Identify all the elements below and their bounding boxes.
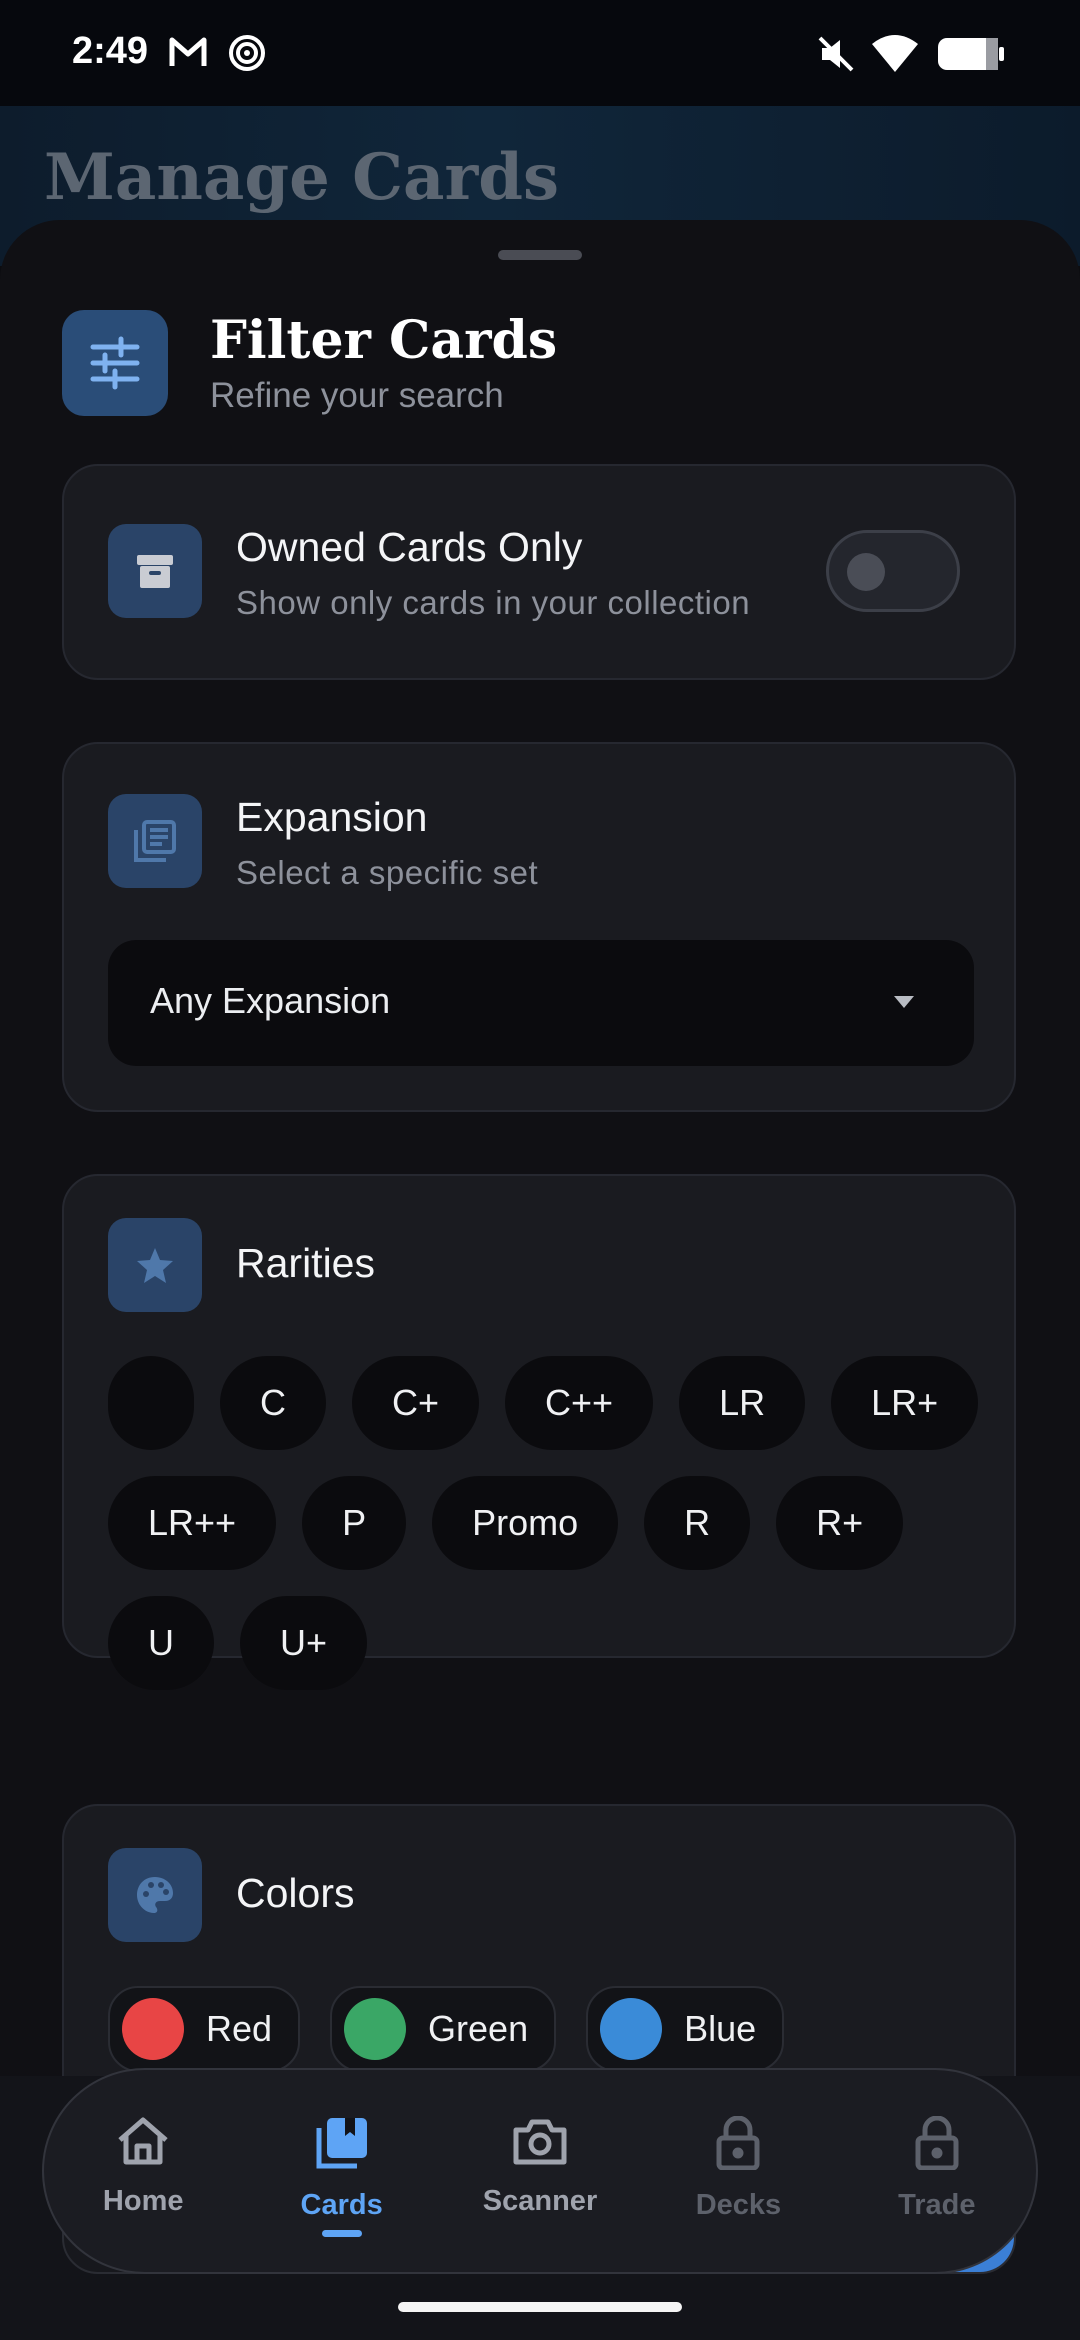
expansion-subtitle: Select a specific set bbox=[236, 854, 539, 891]
active-tab-indicator bbox=[321, 2230, 362, 2237]
color-label: Green bbox=[428, 2008, 529, 2049]
nav-label-decks: Decks bbox=[695, 2189, 782, 2221]
rarity-chip[interactable]: C+ bbox=[352, 1356, 480, 1450]
nav-label-scanner: Scanner bbox=[482, 2185, 598, 2217]
owned-cards-toggle[interactable] bbox=[826, 530, 960, 612]
expansion-selected-value: Any Expansion bbox=[150, 980, 391, 1021]
color-chip-red[interactable]: Red bbox=[108, 1986, 301, 2072]
nav-item-cards[interactable]: Cards bbox=[242, 2070, 440, 2272]
color-label: Blue bbox=[684, 2008, 757, 2049]
color-label: Red bbox=[206, 2008, 273, 2049]
rarity-chip[interactable]: LR+ bbox=[831, 1356, 979, 1450]
nav-item-home[interactable]: Home bbox=[44, 2070, 242, 2272]
filter-sheet: Filter Cards Refine your search Owned Ca… bbox=[0, 220, 1080, 2340]
rarity-chip[interactable]: R+ bbox=[776, 1476, 904, 1570]
page-title: Manage Cards bbox=[44, 140, 559, 215]
green-swatch bbox=[344, 1998, 407, 2060]
color-chip-green[interactable]: Green bbox=[330, 1986, 557, 2072]
owned-cards-section: Owned Cards Only Show only cards in your… bbox=[62, 464, 1016, 680]
blue-swatch bbox=[600, 1998, 663, 2060]
sheet-title: Filter Cards bbox=[210, 310, 558, 371]
red-swatch bbox=[122, 1998, 184, 2060]
color-chip-list: Red Green Blue bbox=[108, 1986, 785, 2072]
rarity-chip[interactable]: C++ bbox=[505, 1356, 654, 1450]
cards-icon bbox=[315, 2116, 369, 2175]
home-icon bbox=[116, 2116, 170, 2171]
rarity-chip[interactable]: LR++ bbox=[108, 1476, 277, 1570]
rarity-chip[interactable]: U bbox=[108, 1596, 214, 1690]
rarity-chip[interactable]: P bbox=[302, 1476, 407, 1570]
expansion-section: Expansion Select a specific set Any Expa… bbox=[62, 742, 1016, 1112]
expansion-select[interactable]: Any Expansion bbox=[108, 940, 974, 1066]
sheet-subtitle: Refine your search bbox=[210, 376, 504, 415]
rarities-section: Rarities C C+ C++ LR LR+ LR++ P Promo R … bbox=[62, 1174, 1016, 1690]
library-books-icon bbox=[108, 794, 202, 888]
star-icon bbox=[108, 1218, 202, 1312]
rarity-chip[interactable]: C bbox=[220, 1356, 326, 1450]
mute-icon bbox=[816, 34, 856, 79]
nav-item-scanner[interactable]: Scanner bbox=[441, 2070, 639, 2272]
rarity-chip[interactable]: R bbox=[644, 1476, 751, 1570]
battery-icon bbox=[936, 34, 1006, 79]
sheet-drag-handle[interactable] bbox=[498, 250, 582, 260]
archive-box-icon bbox=[108, 524, 202, 618]
nav-label-home: Home bbox=[102, 2185, 184, 2217]
wifi-icon bbox=[872, 34, 918, 79]
dropdown-caret-icon bbox=[894, 996, 914, 1008]
bottom-nav: Home Cards Scanner Decks Trade bbox=[42, 2068, 1038, 2274]
camera-icon bbox=[512, 2116, 568, 2171]
rarity-chip[interactable]: U+ bbox=[240, 1596, 368, 1690]
color-chip-blue[interactable]: Blue bbox=[586, 1986, 785, 2072]
nav-item-trade[interactable]: Trade bbox=[838, 2070, 1036, 2272]
rarity-chip-list: C C+ C++ LR LR+ LR++ P Promo R R+ U U+ bbox=[108, 1356, 988, 1690]
expansion-title: Expansion bbox=[236, 794, 428, 840]
palette-icon bbox=[108, 1848, 202, 1942]
colors-title: Colors bbox=[236, 1870, 355, 1916]
rarity-chip[interactable]: LR bbox=[679, 1356, 806, 1450]
spiral-app-icon bbox=[228, 34, 266, 77]
nav-label-trade: Trade bbox=[898, 2189, 976, 2221]
filter-sliders-icon bbox=[62, 310, 168, 416]
status-bar: 2:49 bbox=[0, 0, 1080, 106]
toggle-knob bbox=[847, 553, 885, 591]
nav-item-decks[interactable]: Decks bbox=[639, 2070, 837, 2272]
system-home-indicator[interactable] bbox=[398, 2302, 682, 2312]
gmail-icon bbox=[168, 34, 208, 75]
rarity-chip[interactable]: Promo bbox=[432, 1476, 619, 1570]
nav-label-cards: Cards bbox=[300, 2189, 383, 2221]
rarities-title: Rarities bbox=[236, 1240, 375, 1286]
lock-icon bbox=[715, 2115, 761, 2175]
lock-icon bbox=[914, 2115, 960, 2175]
owned-cards-subtitle: Show only cards in your collection bbox=[236, 584, 751, 621]
owned-cards-title: Owned Cards Only bbox=[236, 524, 583, 570]
status-time: 2:49 bbox=[72, 30, 149, 72]
rarity-chip[interactable] bbox=[108, 1356, 194, 1450]
